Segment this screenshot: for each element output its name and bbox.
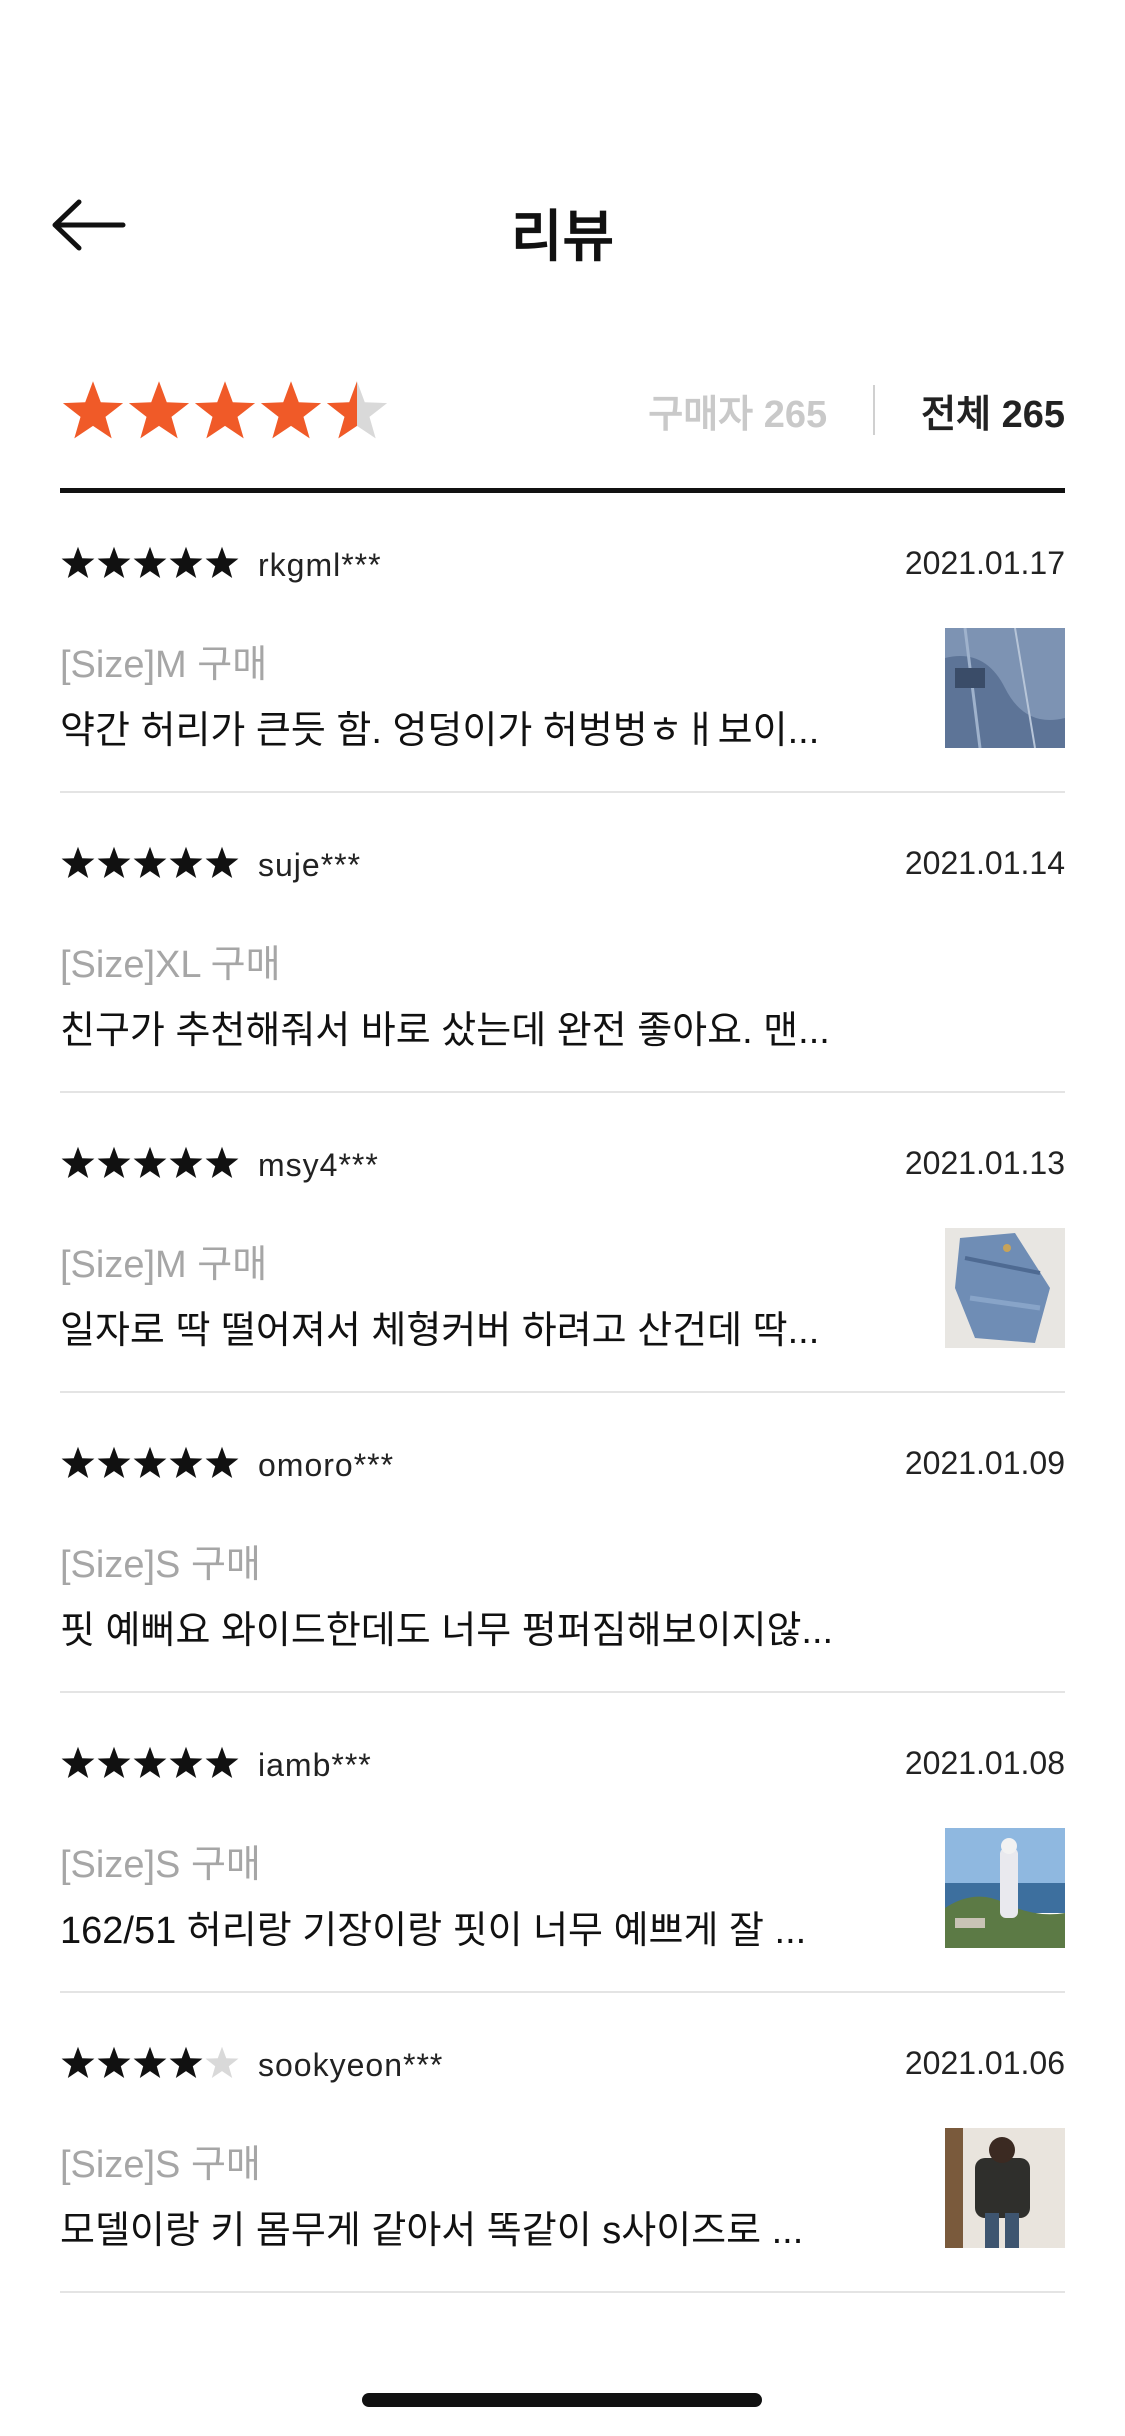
review-screen: 리뷰 구매자 265 전체 265 rkgml*** 2021.01.17 [Siz…	[0, 0, 1125, 2436]
review-item[interactable]: iamb*** 2021.01.08 [Size]S 구매 162/51 허리랑 기장…	[60, 1693, 1065, 1993]
review-purchase-option: [Size]M 구매	[60, 644, 268, 686]
review-rating-stars	[60, 845, 240, 881]
review-username: sookyeon***	[258, 2047, 444, 2083]
review-text: 약간 허리가 큰듯 함. 엉덩이가 허벙벙ㅎㅐ보이...	[60, 710, 820, 752]
star-icon	[326, 381, 388, 439]
star-icon	[205, 1746, 239, 1778]
star-icon	[169, 1446, 203, 1478]
review-username: omoro***	[258, 1447, 395, 1483]
home-indicator[interactable]	[362, 2393, 762, 2407]
review-photo-thumbnail[interactable]	[945, 2128, 1065, 2248]
star-icon	[62, 381, 124, 439]
star-icon	[97, 846, 131, 878]
star-icon	[97, 2046, 131, 2078]
star-icon	[205, 546, 239, 578]
star-icon	[260, 381, 322, 439]
star-icon	[205, 1146, 239, 1178]
review-username: iamb***	[258, 1747, 372, 1783]
review-date: 2021.01.14	[904, 845, 1065, 881]
review-date: 2021.01.06	[904, 2045, 1065, 2081]
star-icon	[205, 846, 239, 878]
star-icon	[128, 381, 190, 439]
star-icon	[61, 1446, 95, 1478]
review-rating-stars	[60, 1745, 240, 1781]
review-text: 162/51 허리랑 기장이랑 핏이 너무 예쁘게 잘 ...	[60, 1910, 807, 1952]
star-icon	[133, 2046, 167, 2078]
star-icon	[97, 1146, 131, 1178]
review-rating-stars	[60, 1445, 240, 1481]
star-icon	[97, 1446, 131, 1478]
mirror-selfie-photo	[945, 2128, 1065, 2248]
review-text: 일자로 딱 떨어져서 체형커버 하려고 산건데 딱...	[60, 1310, 820, 1352]
review-purchase-option: [Size]S 구매	[60, 1544, 261, 1586]
review-rating-stars	[60, 2045, 240, 2081]
star-icon	[97, 546, 131, 578]
star-icon	[133, 546, 167, 578]
review-filter-tabs: 구매자 265 전체 265	[648, 380, 1065, 440]
star-icon	[97, 1746, 131, 1778]
star-icon	[61, 1146, 95, 1178]
star-icon	[61, 846, 95, 878]
review-item[interactable]: omoro*** 2021.01.09 [Size]S 구매핏 예뻐요 와이드한데도…	[60, 1393, 1065, 1693]
review-photo-thumbnail[interactable]	[945, 1828, 1065, 1948]
star-icon	[133, 1746, 167, 1778]
review-item[interactable]: sookyeon*** 2021.01.06 [Size]S 구매모델이랑 키 몸무…	[60, 1993, 1065, 2293]
star-icon	[169, 846, 203, 878]
star-icon	[205, 1446, 239, 1478]
star-icon	[169, 546, 203, 578]
review-item[interactable]: rkgml*** 2021.01.17 [Size]M 구매약간 허리가 큰듯 함.…	[60, 493, 1065, 793]
filter-divider	[873, 385, 876, 435]
review-photo-thumbnail[interactable]	[945, 1228, 1065, 1348]
review-username: rkgml***	[258, 547, 382, 583]
star-icon	[61, 2046, 95, 2078]
star-icon	[133, 846, 167, 878]
star-icon	[169, 2046, 203, 2078]
star-icon	[133, 1146, 167, 1178]
star-icon	[169, 1146, 203, 1178]
review-date: 2021.01.09	[904, 1445, 1065, 1481]
star-icon	[169, 1746, 203, 1778]
review-date: 2021.01.17	[904, 545, 1065, 581]
star-icon	[194, 381, 256, 439]
review-username: suje***	[258, 847, 362, 883]
header: 리뷰	[0, 170, 1125, 290]
review-text: 친구가 추천해줘서 바로 샀는데 완전 좋아요. 맨...	[60, 1010, 830, 1052]
rating-summary: 구매자 265 전체 265	[60, 370, 1065, 450]
filter-buyer-tab[interactable]: 구매자 265	[648, 383, 827, 438]
page-title: 리뷰	[510, 205, 615, 270]
review-date: 2021.01.08	[904, 1745, 1065, 1781]
jeans-closeup-photo	[945, 628, 1065, 748]
star-icon	[205, 2046, 239, 2078]
review-date: 2021.01.13	[904, 1145, 1065, 1181]
review-rating-stars	[60, 545, 240, 581]
review-purchase-option: [Size]M 구매	[60, 1244, 268, 1286]
review-rating-stars	[60, 1145, 240, 1181]
review-purchase-option: [Size]S 구매	[60, 1844, 261, 1886]
review-purchase-option: [Size]XL 구매	[60, 944, 281, 986]
star-icon	[61, 546, 95, 578]
star-icon	[133, 1446, 167, 1478]
average-rating-stars	[60, 378, 390, 444]
review-item[interactable]: suje*** 2021.01.14 [Size]XL 구매친구가 추천해줘서 바로…	[60, 793, 1065, 1093]
review-photo-thumbnail[interactable]	[945, 628, 1065, 748]
review-text: 모델이랑 키 몸무게 같아서 똑같이 s사이즈로 ...	[60, 2210, 804, 2252]
review-item[interactable]: msy4*** 2021.01.13 [Size]M 구매일자로 딱 떨어져서 체형…	[60, 1093, 1065, 1393]
review-list: rkgml*** 2021.01.17 [Size]M 구매 약간 허리가 큰듯 함.…	[60, 493, 1065, 2293]
filter-all-tab[interactable]: 전체 265	[921, 383, 1065, 438]
star-icon	[61, 1746, 95, 1778]
review-username: msy4***	[258, 1147, 379, 1183]
review-text: 핏 예뻐요 와이드한데도 너무 펑퍼짐해보이지않...	[60, 1610, 834, 1652]
seaside-photo	[945, 1828, 1065, 1948]
folded-jeans-photo	[945, 1228, 1065, 1348]
review-purchase-option: [Size]S 구매	[60, 2144, 261, 2186]
